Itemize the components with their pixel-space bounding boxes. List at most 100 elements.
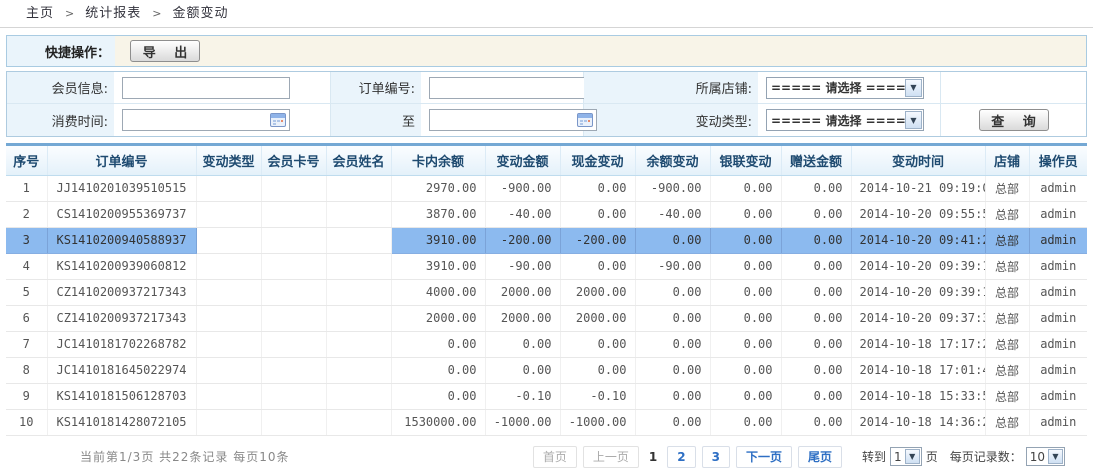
table-cell: 0.00 [710,409,781,435]
table-cell: 0.00 [781,409,851,435]
table-cell [196,201,261,227]
quick-actions-bar: 快捷操作： 导 出 [6,35,1087,67]
table-cell: 2014-10-20 09:37:31 [851,305,985,331]
table-cell [326,409,391,435]
first-page-button[interactable]: 首页 [533,446,577,468]
table-cell: 0.00 [710,383,781,409]
page-size-value: 10 [1027,450,1048,464]
table-row[interactable]: 10KS14101814280721051530000.00-1000.00-1… [6,409,1087,435]
time-from-input[interactable] [122,109,290,131]
table-cell: 0.00 [710,305,781,331]
order-no-label: 订单编号: [331,72,421,103]
table-cell: 0.00 [710,279,781,305]
column-header: 余额变动 [635,146,710,175]
table-cell [261,357,326,383]
table-cell: admin [1029,279,1087,305]
table-row[interactable]: 1JJ14102010395105152970.00-900.000.00-90… [6,175,1087,201]
breadcrumb-item[interactable]: 主页 [26,6,54,21]
table-cell: 0.00 [710,253,781,279]
table-cell: 5 [6,279,47,305]
filter-row-2: 消费时间: 至 [7,104,1086,136]
table-cell: -0.10 [560,383,635,409]
breadcrumb-item[interactable]: 统计报表 [85,6,141,21]
chevron-down-icon: ▼ [905,79,922,97]
quick-actions-body: 导 出 [115,36,1086,66]
last-page-button[interactable]: 尾页 [798,446,842,468]
table-cell: 总部 [985,305,1029,331]
table-cell: 0.00 [635,409,710,435]
table-cell: -40.00 [485,201,560,227]
table-cell: 2014-10-20 09:41:25 [851,227,985,253]
search-button[interactable]: 查 询 [979,109,1049,131]
table-cell: 0.00 [485,357,560,383]
table-cell: 0.00 [560,331,635,357]
order-no-input[interactable] [429,77,592,99]
table-cell: 0.00 [710,201,781,227]
column-header: 会员姓名 [326,146,391,175]
table-cell: -200.00 [485,227,560,253]
table-row[interactable]: 2CS14102009553697373870.00-40.000.00-40.… [6,201,1087,227]
table-cell: 总部 [985,357,1029,383]
table-row[interactable]: 8JC14101816450229740.000.000.000.000.000… [6,357,1087,383]
table-row[interactable]: 6CZ14102009372173432000.002000.002000.00… [6,305,1087,331]
calendar-icon[interactable] [270,113,286,127]
table-cell: 4 [6,253,47,279]
table-cell: 0.00 [560,253,635,279]
table-cell: admin [1029,201,1087,227]
column-header: 现金变动 [560,146,635,175]
table-cell: 1 [6,175,47,201]
table-cell: JJ1410201039510515 [47,175,196,201]
prev-page-button[interactable]: 上一页 [583,446,639,468]
table-cell: 总部 [985,201,1029,227]
table-cell: 9 [6,383,47,409]
filter-row-1: 会员信息: 订单编号: 所属店铺: ===== 请选择 ===== ▼ [7,72,1086,104]
table-cell: 总部 [985,175,1029,201]
next-page-button[interactable]: 下一页 [736,446,792,468]
table-row[interactable]: 5CZ14102009372173434000.002000.002000.00… [6,279,1087,305]
page-size-select[interactable]: 10 ▼ [1026,447,1065,466]
column-header: 订单编号 [47,146,196,175]
goto-page-select[interactable]: 1 ▼ [890,447,922,466]
table-cell: admin [1029,357,1087,383]
table-cell: 0.00 [781,279,851,305]
table-cell: 0.00 [781,201,851,227]
table-cell [261,409,326,435]
column-header: 序号 [6,146,47,175]
table-row[interactable]: 7JC14101817022687820.000.000.000.000.000… [6,331,1087,357]
table-cell: 0.00 [781,383,851,409]
table-cell: KS1410181506128703 [47,383,196,409]
table-cell [196,305,261,331]
member-info-input[interactable] [122,77,290,99]
table-cell [326,253,391,279]
table-row[interactable]: 9KS14101815061287030.00-0.10-0.100.000.0… [6,383,1087,409]
table-cell: 总部 [985,227,1029,253]
table-cell: 0.00 [391,357,485,383]
table-cell: 0.00 [781,253,851,279]
table-row[interactable]: 3KS14102009405889373910.00-200.00-200.00… [6,227,1087,253]
page-link[interactable]: 2 [667,446,695,468]
table-cell [196,227,261,253]
table-row[interactable]: 4KS14102009390608123910.00-90.000.00-90.… [6,253,1087,279]
store-select[interactable]: ===== 请选择 ===== ▼ [766,77,924,99]
table-cell: 0.00 [635,383,710,409]
goto-page-value: 1 [891,450,905,464]
table-cell: 2000.00 [560,279,635,305]
table-cell [261,305,326,331]
column-header: 变动金额 [485,146,560,175]
table-cell: 2014-10-18 17:01:49 [851,357,985,383]
current-page: 1 [645,450,661,464]
export-button[interactable]: 导 出 [130,40,200,62]
page-link[interactable]: 3 [702,446,730,468]
page: 主页>统计报表>金额变动 快捷操作： 导 出 会员信息: 订单编号: 所属店铺:… [0,0,1093,468]
change-type-select[interactable]: ===== 请选择 ===== ▼ [766,109,924,131]
table-cell: 4000.00 [391,279,485,305]
breadcrumb: 主页>统计报表>金额变动 [0,0,1093,28]
time-to-input[interactable] [429,109,597,131]
table-cell: KS1410200939060812 [47,253,196,279]
table-cell: 2970.00 [391,175,485,201]
table-cell: CZ1410200937217343 [47,305,196,331]
table-cell: 总部 [985,383,1029,409]
calendar-icon[interactable] [577,113,593,127]
chevron-down-icon: ▼ [1048,449,1063,464]
table-cell: 2000.00 [391,305,485,331]
